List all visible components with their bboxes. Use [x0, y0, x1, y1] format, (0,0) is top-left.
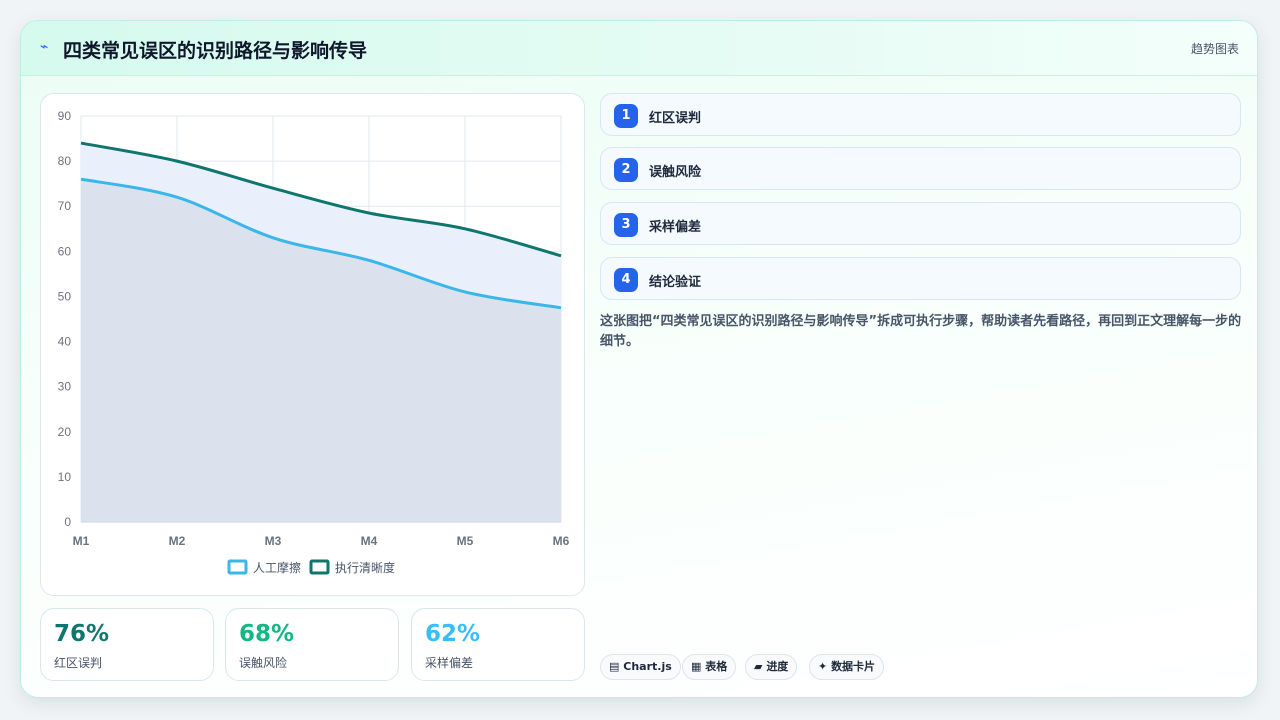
x-tick-label: M3 — [265, 534, 282, 548]
step-item-1[interactable]: 1 红区误判 — [600, 93, 1241, 136]
stat-value: 68% — [239, 621, 295, 647]
step-number: 2 — [614, 158, 638, 182]
stat-label: 红区误判 — [54, 656, 103, 670]
y-tick-label: 60 — [58, 244, 72, 258]
legend-label-1: 人工摩擦 — [253, 560, 301, 575]
step-item-2[interactable]: 2 误触风险 — [600, 147, 1241, 190]
description-text: 这张图把“四类常见误区的识别路径与影响传导”拆成可执行步骤，帮助读者先看路径，再… — [600, 314, 1242, 349]
x-tick-label: M4 — [361, 534, 378, 548]
y-tick-label: 40 — [58, 335, 72, 349]
stat-label: 采样偏差 — [425, 656, 474, 670]
stat-card-2: 68% 误触风险 — [225, 608, 399, 681]
stat-value: 62% — [425, 621, 481, 647]
step-item-3[interactable]: 3 采样偏差 — [600, 202, 1241, 245]
tag-label: 进度 — [766, 660, 789, 673]
main-card: ⌁ 四类常见误区的识别路径与影响传导 趋势图表 0 10 20 30 40 50 60 70 8… — [20, 20, 1258, 698]
tag-label: 表格 — [705, 660, 728, 673]
area-chart: 0 10 20 30 40 50 60 70 80 90 M1 M2 M3 M4 M5 M6 人工摩擦 执行清晰度 — [58, 109, 570, 575]
step-item-4[interactable]: 4 结论验证 — [600, 257, 1241, 300]
step-number: 4 — [614, 268, 638, 292]
table-icon: ▦ — [691, 660, 702, 673]
step-label: 结论验证 — [649, 275, 702, 290]
step-number: 1 — [614, 104, 638, 128]
y-tick-label: 50 — [58, 289, 72, 303]
y-tick-label: 90 — [58, 109, 72, 123]
x-tick-label: M5 — [457, 534, 474, 548]
chart-type-label: 趋势图表 — [1190, 42, 1239, 56]
tag-data-card[interactable]: ✦ 数据卡片 — [809, 654, 885, 680]
tag-label: Chart.js — [623, 660, 672, 673]
stat-card-3: 62% 采样偏差 — [411, 608, 585, 681]
chart-icon: ▤ — [609, 660, 620, 673]
x-tick-label: M2 — [169, 534, 186, 548]
step-label: 误触风险 — [649, 165, 702, 180]
stat-label: 误触风险 — [239, 656, 288, 670]
x-tick-label: M1 — [73, 534, 90, 548]
legend-swatch-1 — [227, 559, 248, 575]
tag-progress[interactable]: ▰ 进度 — [745, 654, 798, 680]
y-tick-label: 70 — [58, 199, 72, 213]
card-header: ⌁ 四类常见误区的识别路径与影响传导 趋势图表 — [21, 21, 1257, 76]
tag-chartjs[interactable]: ▤ Chart.js — [600, 654, 681, 680]
y-tick-label: 10 — [58, 470, 72, 484]
progress-icon: ▰ — [754, 660, 763, 673]
chart-panel: 0 10 20 30 40 50 60 70 80 90 M1 M2 M3 M4 M5 M6 人工摩擦 执行清晰度 — [40, 93, 585, 596]
page-title: 四类常见误区的识别路径与影响传导 — [63, 40, 368, 62]
legend-label-2: 执行清晰度 — [335, 560, 395, 575]
trend-line-icon: ⌁ — [40, 39, 49, 55]
step-label: 红区误判 — [649, 111, 702, 126]
step-label: 采样偏差 — [649, 220, 702, 235]
tag-table[interactable]: ▦ 表格 — [682, 654, 737, 680]
y-tick-label: 20 — [58, 425, 72, 439]
legend-swatch-2 — [309, 559, 330, 575]
stat-value: 76% — [54, 621, 110, 647]
y-tick-label: 80 — [58, 154, 72, 168]
tag-label: 数据卡片 — [831, 660, 876, 673]
x-tick-label: M6 — [553, 534, 570, 548]
data-card-icon: ✦ — [818, 660, 828, 673]
y-tick-label: 0 — [64, 515, 71, 529]
stat-card-1: 76% 红区误判 — [40, 608, 214, 681]
step-number: 3 — [614, 213, 638, 237]
y-tick-label: 30 — [58, 380, 72, 394]
